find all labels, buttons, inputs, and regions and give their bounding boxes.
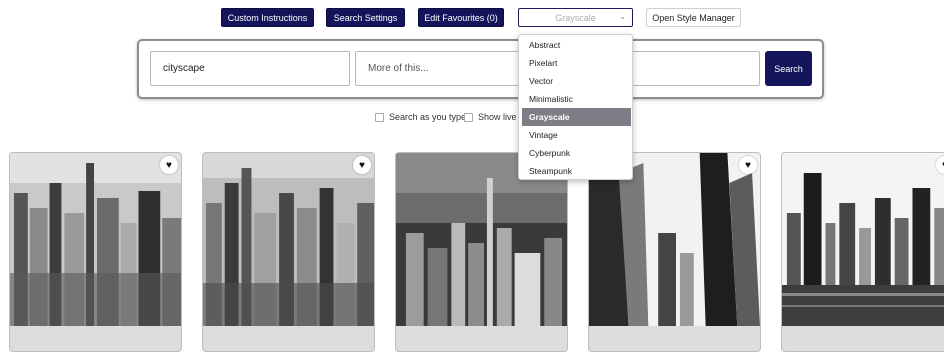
open-style-manager-button[interactable]: Open Style Manager: [646, 8, 741, 27]
search-as-you-type-label: Search as you type: [389, 112, 467, 122]
result-card[interactable]: ♥: [781, 152, 944, 352]
chevron-down-icon: ⌄: [619, 12, 626, 21]
heart-icon[interactable]: ♥: [353, 156, 371, 174]
secondary-input[interactable]: [630, 51, 760, 86]
result-card[interactable]: ♥: [202, 152, 375, 352]
style-option-minimalistic[interactable]: Minimalistic: [522, 90, 631, 108]
heart-icon[interactable]: ♥: [739, 156, 757, 174]
result-card[interactable]: ♥: [395, 152, 568, 352]
search-settings-button[interactable]: Search Settings: [326, 8, 405, 27]
edit-favourites-button[interactable]: Edit Favourites (0): [418, 8, 504, 27]
result-card[interactable]: ♥: [9, 152, 182, 352]
heart-icon[interactable]: ♥: [160, 156, 178, 174]
search-as-you-type-option[interactable]: Search as you type: [375, 111, 466, 123]
style-option-pixelart[interactable]: Pixelart: [522, 54, 631, 72]
style-option-steampunk[interactable]: Steampunk: [522, 162, 631, 180]
style-option-grayscale[interactable]: Grayscale: [522, 108, 631, 126]
query-input[interactable]: [150, 51, 350, 86]
search-button[interactable]: Search: [765, 51, 812, 86]
custom-instructions-button[interactable]: Custom Instructions: [221, 8, 314, 27]
result-image[interactable]: [10, 153, 181, 326]
style-dropdown-menu: Abstract Pixelart Vector Minimalistic Gr…: [518, 34, 633, 180]
style-select[interactable]: Grayscale ⌄: [518, 8, 633, 27]
style-select-value: Grayscale: [555, 12, 596, 23]
result-image[interactable]: [203, 153, 374, 326]
style-option-abstract[interactable]: Abstract: [522, 36, 631, 54]
style-option-vintage[interactable]: Vintage: [522, 126, 631, 144]
show-live-option[interactable]: Show live r: [464, 111, 522, 123]
result-image[interactable]: [782, 153, 944, 326]
show-live-label: Show live r: [478, 112, 523, 122]
style-option-cyberpunk[interactable]: Cyberpunk: [522, 144, 631, 162]
show-live-checkbox[interactable]: [464, 112, 473, 122]
more-of-this-input[interactable]: [355, 51, 525, 86]
style-option-vector[interactable]: Vector: [522, 72, 631, 90]
result-card[interactable]: ♥: [588, 152, 761, 352]
search-as-you-type-checkbox[interactable]: [375, 112, 384, 122]
